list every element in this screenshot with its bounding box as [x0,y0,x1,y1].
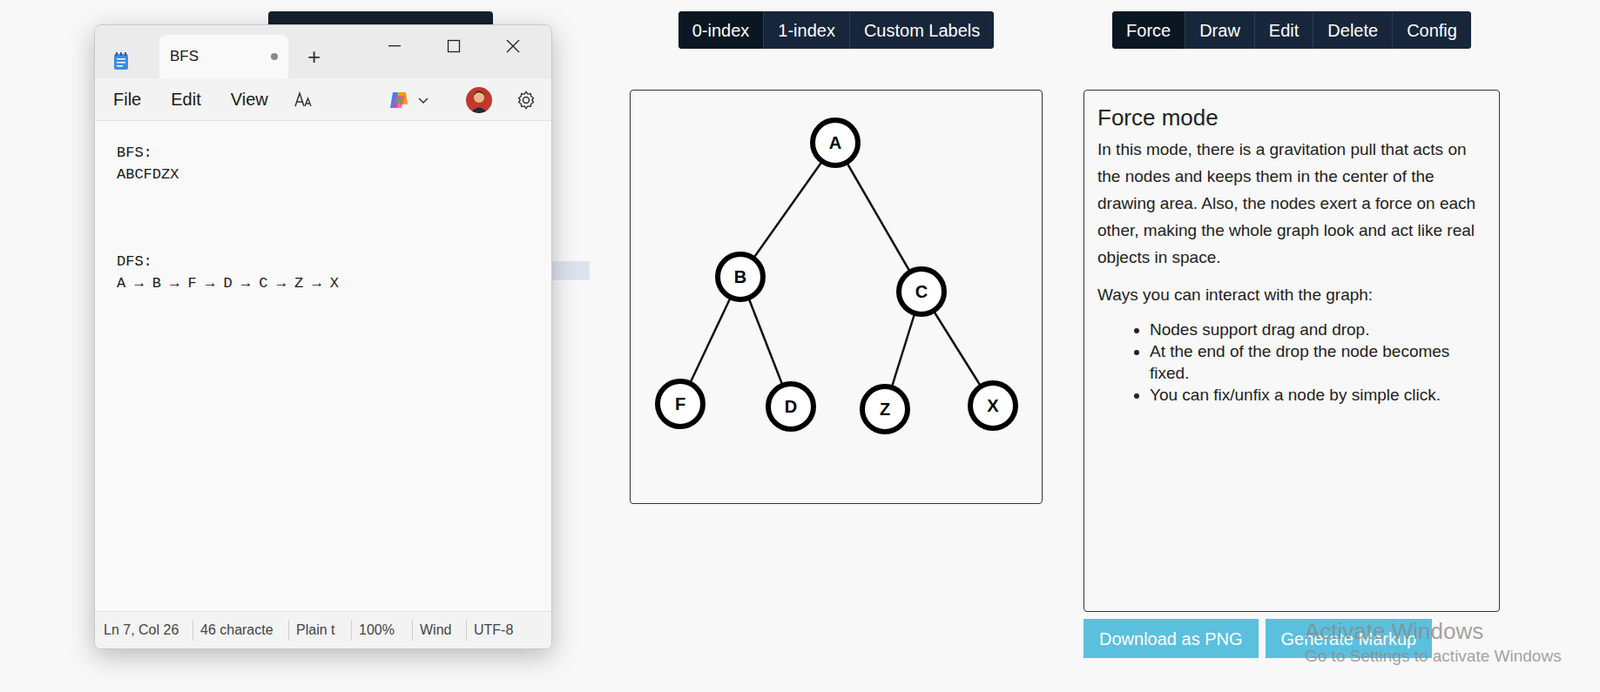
window-control[interactable] [364,28,425,64]
activation-watermark: Activate WindowsGo to Settings to activa… [1304,617,1562,669]
watermark-title: Activate Windows [1304,617,1562,646]
user-avatar-icon [465,87,493,114]
gear-icon [515,89,537,111]
graph-node[interactable]: B [717,254,763,300]
menu-item[interactable]: View [222,86,277,113]
chevron-down-icon [417,94,430,107]
info-list: Nodes support drag and drop.At the end o… [1097,318,1486,406]
watermark-subtitle: Go to Settings to activate Windows [1304,645,1562,669]
font-format-icon [292,88,314,110]
text-line [116,185,552,208]
notepad-icon [112,51,130,71]
info-column: ForceDrawEditDeleteConfig Force modeIn th… [1083,11,1500,659]
window-control[interactable] [483,28,543,64]
status-bar: Ln 7, Col 2646 charactePlain t100%WindUT… [94,611,552,649]
copilot-button[interactable] [387,88,430,112]
info-bullet: Nodes support drag and drop. [1149,318,1486,341]
svg-text:D: D [784,397,797,417]
text-line [116,207,552,230]
graph-node[interactable]: X [970,383,1016,429]
action-button[interactable]: Generate Markup [1265,619,1433,659]
text-editor[interactable]: BFS:ABCFDZX DFS:A → B → F → D → C → Z → X [94,121,552,612]
svg-text:A: A [829,133,842,153]
graph-column: 0-index1-indexCustom Labels A B C F D Z X [629,11,1043,659]
new-tab-button[interactable]: + [307,43,321,70]
mode-button[interactable]: 0-index [678,11,765,49]
toolbar-icons [387,78,540,122]
text-line [116,229,552,251]
graph-canvas[interactable]: A B C F D Z X [629,89,1043,505]
editor-tab[interactable]: BFS [159,34,289,79]
graph-node[interactable]: F [657,381,703,427]
status-item: UTF-8 [466,620,528,642]
text-line: BFS: [116,141,552,164]
info-panel: Force modeIn this mode, there is a gravi… [1083,89,1500,613]
modified-dot [270,53,278,61]
account-avatar[interactable] [465,87,493,114]
mode-button[interactable]: Force [1112,11,1186,49]
mode-button[interactable]: 1-index [763,11,851,49]
tab-title: BFS [169,45,199,68]
info-title: Force mode [1097,102,1486,133]
svg-text:X: X [986,396,1000,416]
info-paragraph: In this mode, there is a gravitation pul… [1097,135,1486,271]
svg-text:C: C [915,282,928,302]
copilot-icon [387,88,411,112]
format-button[interactable] [290,86,317,113]
svg-text:Z: Z [879,399,891,419]
status-item: Wind [412,620,467,642]
menu-bar: File Edit View [94,78,552,122]
mode-group: ForceDrawEditDeleteConfig [1112,11,1472,49]
mode-button[interactable]: Config [1392,11,1472,49]
graph-node[interactable]: Z [862,386,908,433]
text-line: DFS: [116,250,552,273]
svg-text:B: B [734,267,747,287]
graph-node[interactable]: D [768,384,814,430]
close-icon [504,37,522,55]
info-bullet: You can fix/unfix a node by simple click… [1149,384,1486,406]
mode-button[interactable]: Custom Labels [850,11,994,49]
status-item: 100% [351,620,413,642]
mode-button[interactable]: Draw [1185,11,1256,49]
window-control[interactable] [424,28,484,64]
status-item: Plain t [289,620,352,642]
window-controls [364,28,543,64]
graph-drawing[interactable]: A B C F D Z X [630,90,1042,504]
mode-button[interactable]: Delete [1313,11,1393,49]
settings-button[interactable] [513,87,540,114]
title-bar: BFS + [94,25,552,79]
selection-highlight [552,261,590,281]
action-buttons: Download as PNGGenerate Markup [1083,619,1432,659]
action-button[interactable]: Download as PNG [1083,619,1259,659]
text-line: A → B → F → D → C → Z → X [116,272,552,295]
graph-edge [835,142,922,292]
graph-node[interactable]: C [898,269,945,315]
status-item: 46 characte [193,620,290,642]
notepad-window[interactable]: BFS + File Edit View BFS:ABCFDZX DFS:A → B → F… [94,24,553,650]
info-paragraph: Ways you can interact with the graph: [1097,281,1486,309]
minimize-icon [385,37,404,55]
svg-text:F: F [675,394,686,414]
status-item: Ln 7, Col 26 [103,620,194,642]
text-line: ABCFDZX [116,163,552,186]
maximize-icon [445,37,463,55]
mode-button[interactable]: Edit [1255,11,1314,49]
label-mode-group: 0-index1-indexCustom Labels [678,11,995,49]
graph-node[interactable]: A [812,120,858,166]
menu-item[interactable]: Edit [162,86,209,113]
menu-item[interactable]: File [105,86,149,113]
info-bullet: At the end of the drop the node becomes … [1149,340,1486,385]
